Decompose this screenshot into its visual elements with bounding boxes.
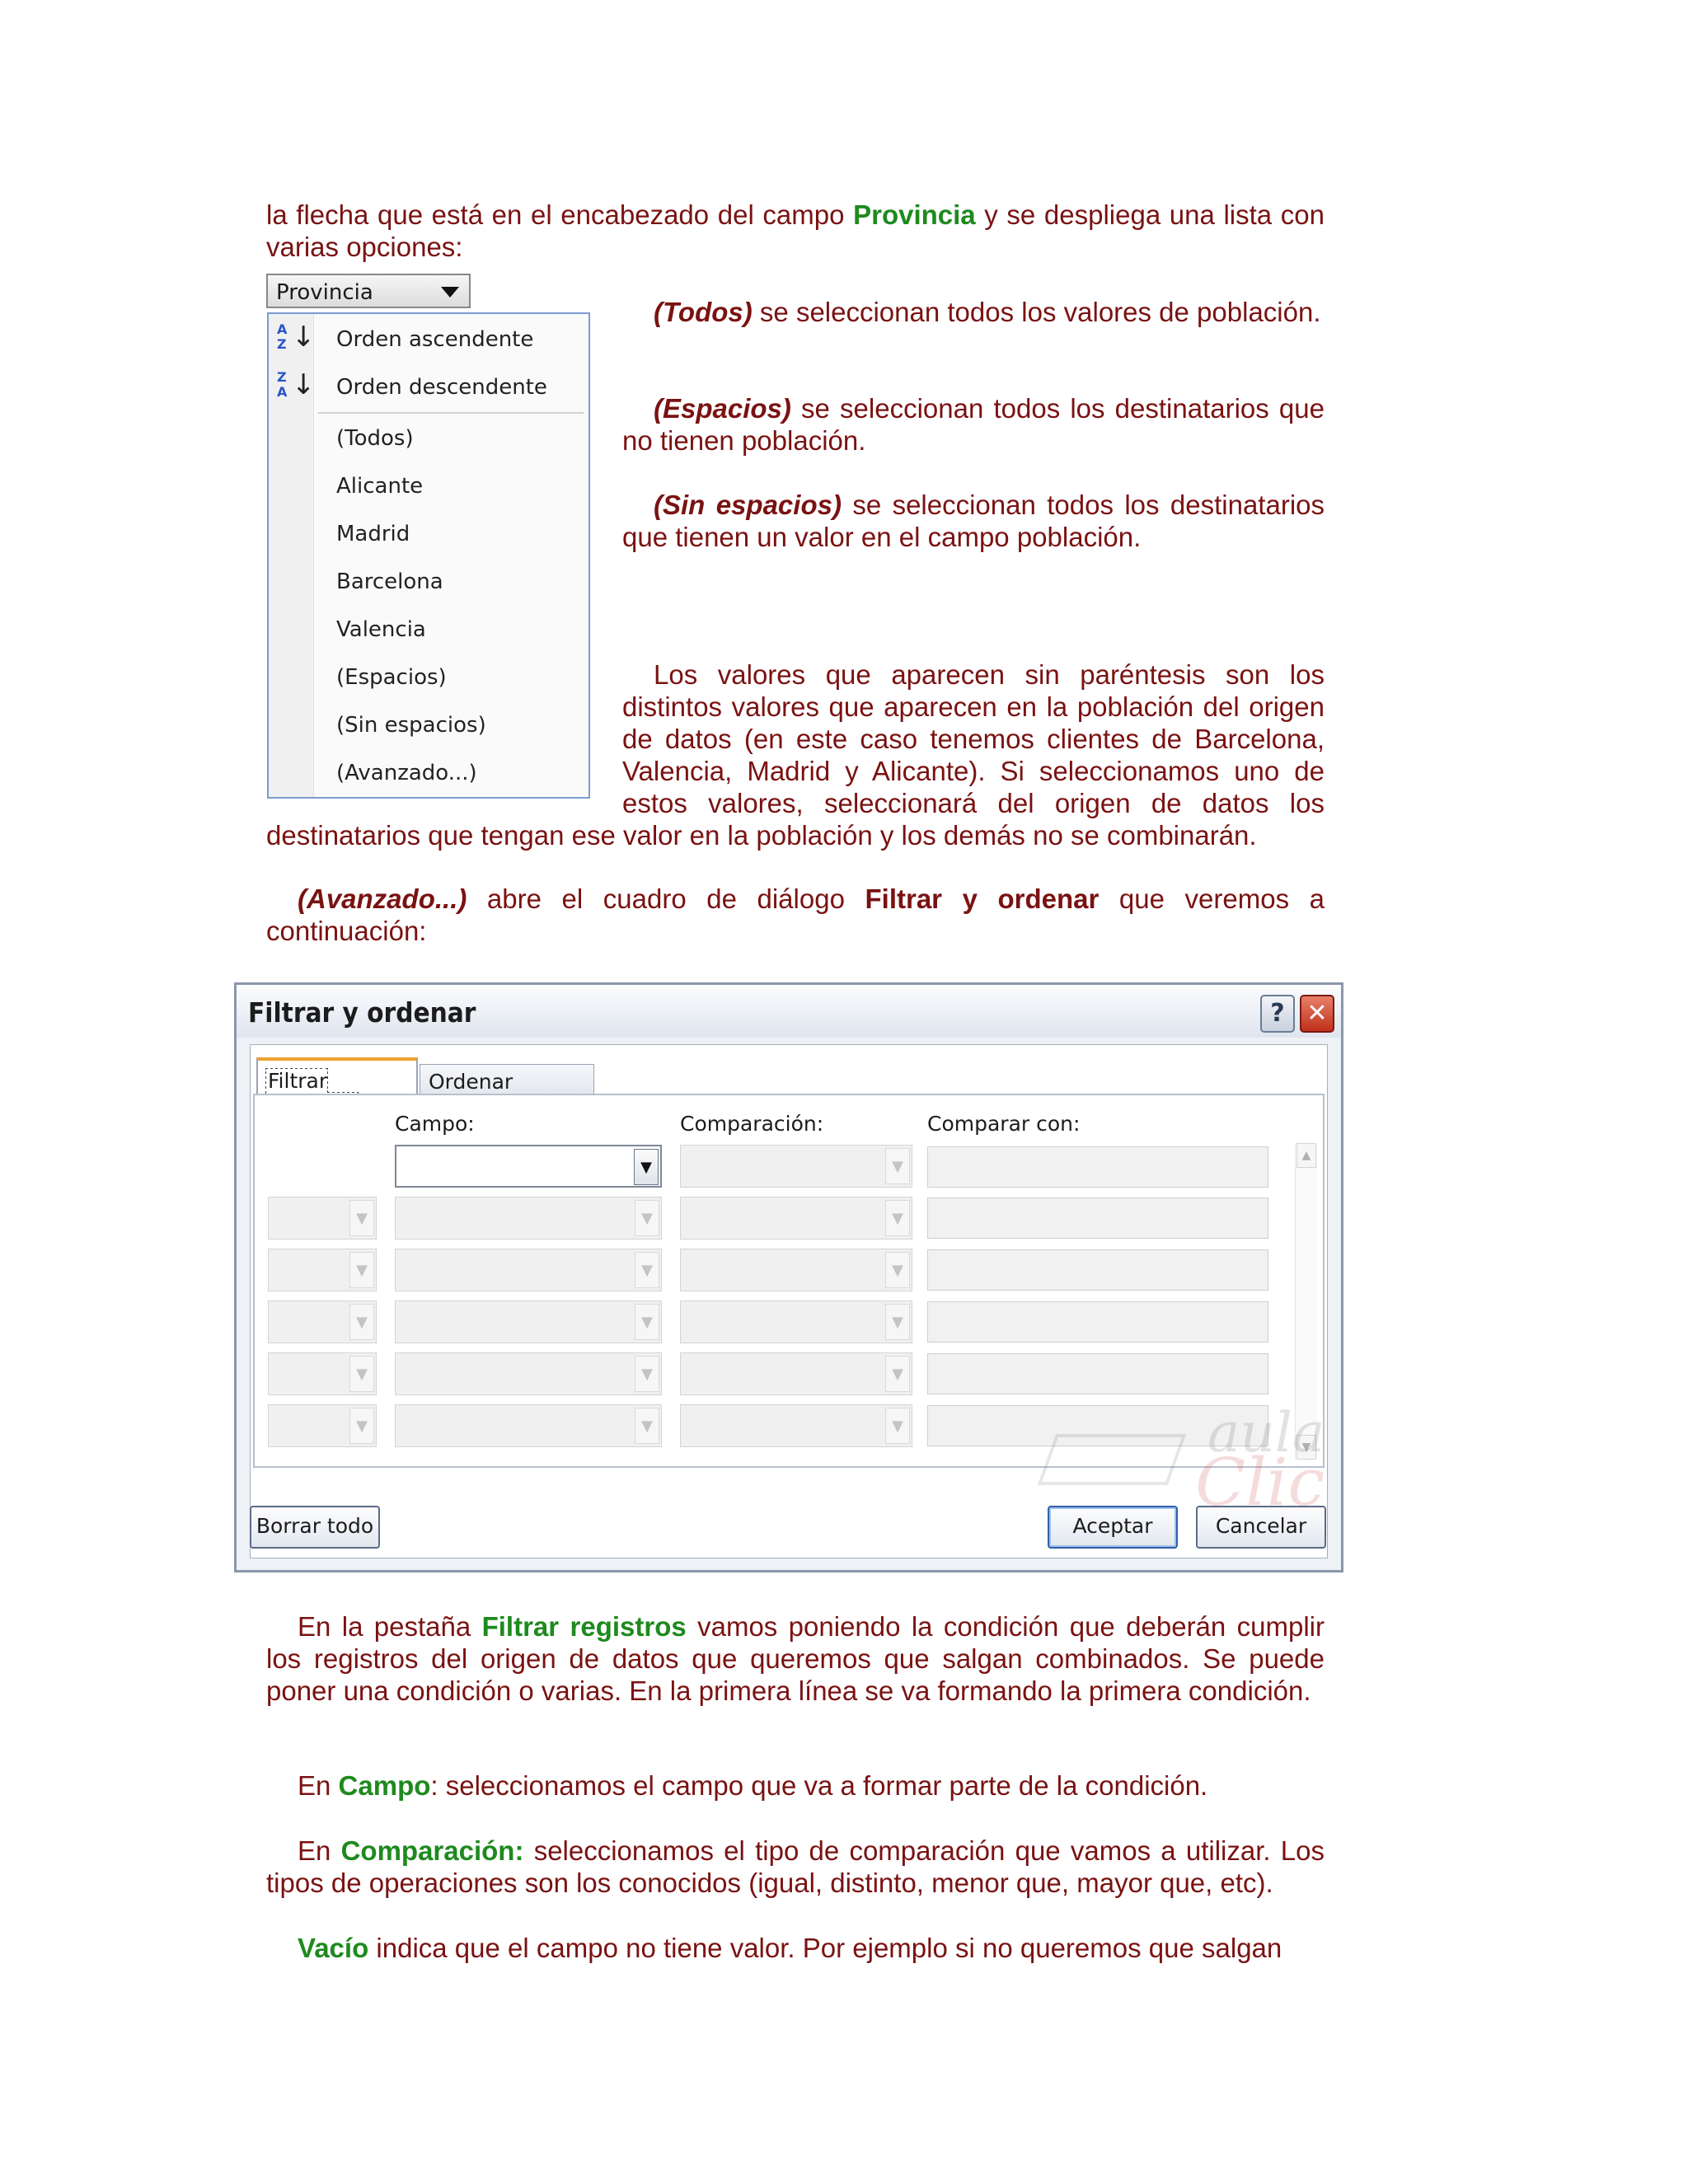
and-or-select-row-4[interactable]: ▼ — [268, 1301, 377, 1343]
chevron-down-icon[interactable]: ▼ — [634, 1149, 659, 1185]
menu-item-barcelona[interactable]: Barcelona — [336, 569, 443, 594]
comparacion-select-row-2[interactable]: ▼ — [680, 1197, 912, 1240]
todos-paragraph: (Todos) se seleccionan todos los valores… — [654, 297, 1321, 327]
chevron-down-icon[interactable]: ▼ — [885, 1200, 910, 1236]
comparacion-select-row-5[interactable]: ▼ — [680, 1352, 912, 1395]
campo-select-row-4[interactable]: ▼ — [395, 1301, 662, 1343]
chevron-down-icon[interactable]: ▼ — [349, 1252, 374, 1288]
menu-separator — [318, 412, 584, 414]
comparacion-select-row-1[interactable]: ▼ — [680, 1145, 912, 1188]
menu-item-sin-espacios[interactable]: (Sin espacios) — [336, 713, 486, 738]
menu-item-orden-ascendente[interactable]: Orden ascendente — [336, 327, 533, 352]
sort-ascending-icon: A Z ↓ — [277, 321, 316, 354]
chevron-down-icon[interactable]: ▼ — [885, 1148, 910, 1184]
comparacion-column-header: Comparación: — [680, 1112, 824, 1136]
campo-select-row-5[interactable]: ▼ — [395, 1352, 662, 1395]
provincia-column-header[interactable]: Provincia — [266, 274, 471, 308]
sort-descending-icon: Z A ↓ — [277, 368, 316, 401]
menu-item-todos[interactable]: (Todos) — [336, 426, 414, 451]
menu-item-orden-descendente[interactable]: Orden descendente — [336, 375, 547, 400]
comparar-con-field-row-2[interactable] — [927, 1197, 1268, 1239]
and-or-select-row-3[interactable]: ▼ — [268, 1249, 377, 1291]
tab-filtrar-registros[interactable]: Filtrar registros — [256, 1057, 418, 1118]
comparar-con-column-header: Comparar con: — [927, 1112, 1081, 1136]
comparacion-select-row-6[interactable]: ▼ — [680, 1404, 912, 1447]
and-or-select-row-6[interactable]: ▼ — [268, 1404, 377, 1447]
campo-paragraph: En Campo: seleccionamos el campo que va … — [298, 1770, 1208, 1801]
comparar-con-field-row-5[interactable] — [927, 1353, 1268, 1394]
comparacion-select-row-3[interactable]: ▼ — [680, 1249, 912, 1291]
chevron-down-icon[interactable]: ▼ — [349, 1200, 374, 1236]
menu-item-madrid[interactable]: Madrid — [336, 522, 410, 546]
menu-item-avanzado[interactable]: (Avanzado...) — [336, 761, 477, 785]
provincia-header-label: Provincia — [276, 280, 373, 305]
dialog-title: Filtrar y ordenar — [248, 996, 476, 1029]
campo-column-header: Campo: — [395, 1112, 475, 1136]
intro-paragraph: la flecha que está en el encabezado del … — [266, 199, 1325, 262]
chevron-down-icon[interactable]: ▼ — [635, 1304, 659, 1340]
chevron-down-icon[interactable]: ▼ — [635, 1200, 659, 1236]
dialog-titlebar[interactable]: Filtrar y ordenar ? ✕ — [237, 985, 1341, 1038]
avanzado-paragraph: (Avanzado...) abre el cuadro de diálogo … — [266, 883, 1325, 946]
provincia-filter-menu: A Z ↓ Orden ascendente Z A ↓ Orden descenden… — [267, 312, 590, 799]
menu-item-alicante[interactable]: Alicante — [336, 474, 423, 499]
sin-espacios-paragraph: (Sin espacios) se seleccionan todos los … — [622, 490, 1325, 552]
campo-select-row-3[interactable]: ▼ — [395, 1249, 662, 1291]
dropdown-arrow-icon[interactable] — [441, 287, 459, 298]
close-icon[interactable]: ✕ — [1300, 995, 1334, 1033]
chevron-down-icon[interactable]: ▼ — [635, 1356, 659, 1392]
chevron-down-icon[interactable]: ▼ — [349, 1408, 374, 1444]
campo-select-row-2[interactable]: ▼ — [395, 1197, 662, 1240]
borrar-todo-button[interactable]: Borrar todo — [250, 1506, 380, 1549]
scroll-up-icon[interactable]: ▲ — [1296, 1143, 1316, 1168]
campo-select-row-6[interactable]: ▼ — [395, 1404, 662, 1447]
vacio-paragraph: Vacío indica que el campo no tiene valor… — [298, 1933, 1282, 1963]
chevron-down-icon[interactable]: ▼ — [885, 1356, 910, 1392]
tab-ordenar-registros[interactable]: Ordenar registros — [420, 1064, 594, 1118]
menu-item-valencia[interactable]: Valencia — [336, 617, 426, 642]
campo-select-row-1[interactable]: ▼ — [395, 1145, 662, 1188]
chevron-down-icon[interactable]: ▼ — [885, 1252, 910, 1288]
chevron-down-icon[interactable]: ▼ — [349, 1304, 374, 1340]
help-icon[interactable]: ? — [1260, 995, 1295, 1033]
menu-item-espacios[interactable]: (Espacios) — [336, 665, 447, 690]
and-or-select-row-2[interactable]: ▼ — [268, 1197, 377, 1240]
valores-paragraph-continued: destinatarios que tengan ese valor en la… — [266, 820, 1257, 851]
provincia-highlight: Provincia — [853, 199, 976, 230]
aulaclic-watermark: aula Clic — [973, 1401, 1325, 1533]
comparar-con-field-row-4[interactable] — [927, 1301, 1268, 1343]
espacios-paragraph: (Espacios) se seleccionan todos los dest… — [622, 393, 1325, 456]
valores-paragraph: Los valores que aparecen sin paréntesis … — [622, 659, 1325, 818]
chevron-down-icon[interactable]: ▼ — [885, 1304, 910, 1340]
chevron-down-icon[interactable]: ▼ — [885, 1408, 910, 1444]
filtrar-registros-paragraph: En la pestaña Filtrar registros vamos po… — [266, 1611, 1325, 1706]
chevron-down-icon[interactable]: ▼ — [635, 1252, 659, 1288]
graduation-cap-icon — [1037, 1434, 1187, 1485]
chevron-down-icon[interactable]: ▼ — [349, 1356, 374, 1392]
chevron-down-icon[interactable]: ▼ — [635, 1408, 659, 1444]
comparar-con-field-row-1[interactable] — [927, 1146, 1268, 1188]
and-or-select-row-5[interactable]: ▼ — [268, 1352, 377, 1395]
comparar-con-field-row-3[interactable] — [927, 1249, 1268, 1291]
comparacion-paragraph: En Comparación: seleccionamos el tipo de… — [266, 1835, 1325, 1898]
comparacion-select-row-4[interactable]: ▼ — [680, 1301, 912, 1343]
